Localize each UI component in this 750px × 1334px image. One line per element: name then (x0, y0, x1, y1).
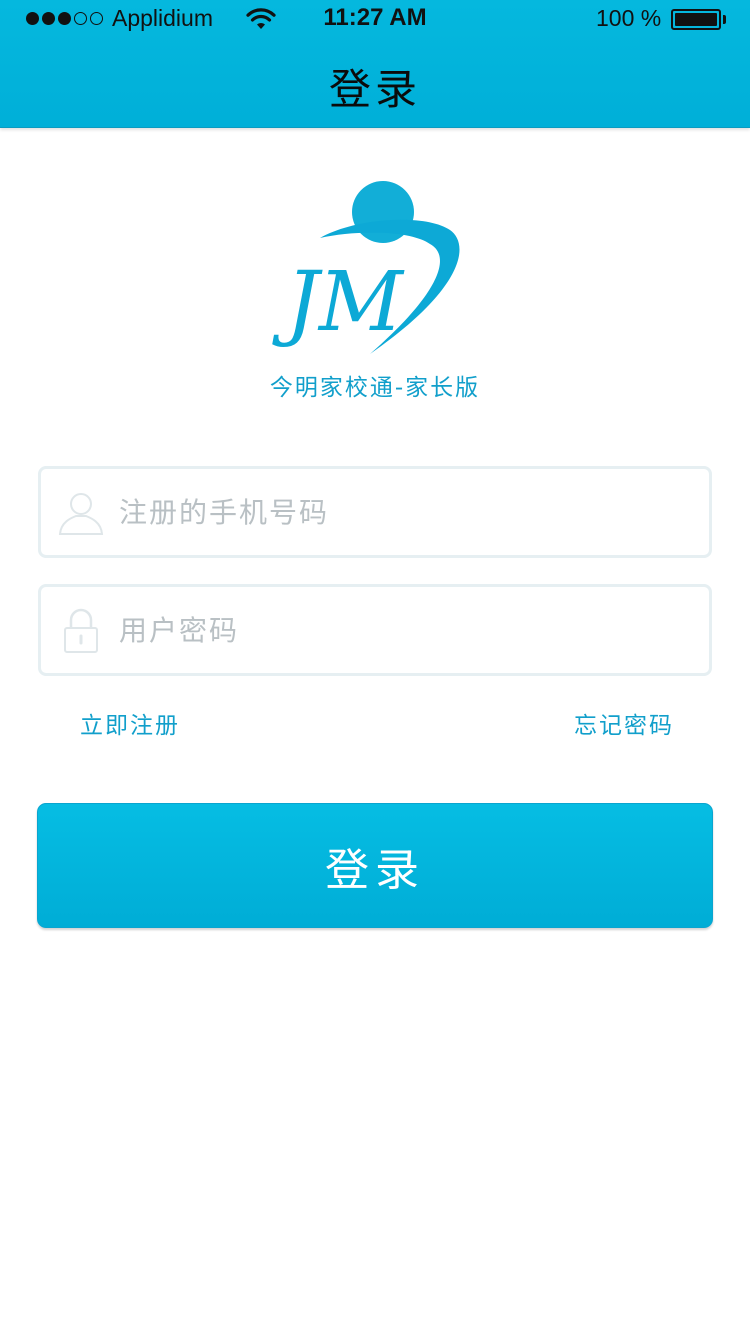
battery-percentage: 100 % (596, 5, 662, 31)
forgot-password-link[interactable]: 忘记密码 (574, 706, 674, 740)
register-link[interactable]: 立即注册 (80, 706, 180, 740)
password-field[interactable] (38, 584, 712, 676)
app-logo: JM (272, 181, 460, 354)
app-name: 今明家校通-家长版 (269, 375, 481, 401)
svg-text:JM: JM (272, 255, 405, 350)
password-input[interactable] (119, 601, 689, 659)
page-title: 登录 (328, 65, 421, 114)
user-icon (58, 493, 104, 535)
phone-field[interactable] (38, 466, 712, 558)
lock-icon (64, 608, 98, 653)
login-screen: Applidium 11:27 AM 100 % 登录 JM 今明家校通-家长版 (0, 0, 750, 1334)
login-button[interactable]: 登录 (37, 803, 713, 928)
header: Applidium 11:27 AM 100 % 登录 (0, 0, 750, 128)
status-bar: Applidium 11:27 AM 100 % (0, 0, 750, 40)
battery-icon (671, 9, 721, 30)
phone-input[interactable] (119, 483, 689, 541)
